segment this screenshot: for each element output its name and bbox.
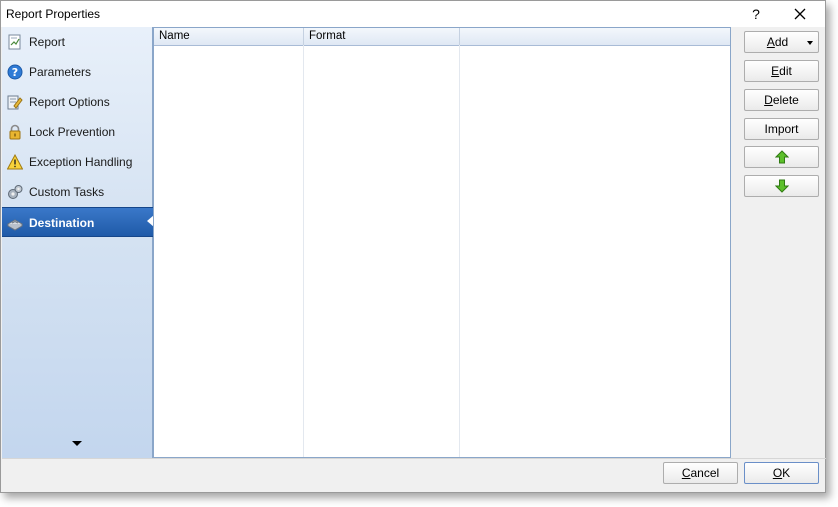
sidebar-item-label: Report [29, 35, 66, 49]
delete-button[interactable]: Delete [744, 89, 819, 111]
sidebar-item-label: Custom Tasks [29, 185, 105, 199]
scroll-down-icon[interactable] [72, 441, 82, 446]
window-title: Report Properties [6, 7, 101, 21]
arrow-down-icon [774, 179, 789, 193]
sidebar-item-label: Lock Prevention [29, 125, 116, 139]
cancel-label: ancel [690, 466, 720, 480]
add-button[interactable]: Add [744, 31, 819, 53]
sidebar-item-label: Destination [29, 216, 95, 230]
delete-label: elete [772, 93, 799, 107]
footer-separator [2, 458, 826, 459]
svg-text:?: ? [12, 66, 18, 79]
column-header-name[interactable]: Name [154, 28, 304, 45]
sidebar-item-custom-tasks[interactable]: Custom Tasks [2, 178, 153, 206]
move-up-button[interactable] [744, 146, 819, 168]
destination-list[interactable]: Name Format [153, 27, 731, 458]
column-header-blank [460, 28, 730, 45]
sidebar-item-parameters[interactable]: ? Parameters [2, 58, 153, 86]
lock-icon [7, 124, 23, 140]
delete-mnemonic: D [764, 93, 773, 107]
warning-icon [6, 153, 24, 170]
edit-mnemonic: E [771, 64, 780, 78]
sidebar-item-report[interactable]: Report [2, 28, 153, 56]
title-bar: Report Properties ? [1, 1, 825, 27]
gears-icon [7, 184, 23, 200]
add-label: dd [774, 35, 789, 49]
import-button[interactable]: Import [744, 118, 819, 140]
cancel-button[interactable]: Cancel [663, 462, 738, 484]
close-button[interactable] [787, 4, 813, 24]
ok-label: K [782, 466, 791, 480]
column-divider [303, 45, 304, 457]
edit-button[interactable]: Edit [744, 60, 819, 82]
sidebar-item-lock-prevention[interactable]: Lock Prevention [2, 118, 153, 146]
report-properties-dialog: Report Properties ? Report ? Parameters … [0, 0, 826, 493]
column-divider [459, 45, 460, 457]
sidebar-item-label: Report Options [29, 95, 110, 109]
arrow-up-icon [774, 150, 789, 164]
sidebar: Report ? Parameters Report Options Lock … [2, 27, 154, 458]
list-header: Name Format [154, 28, 730, 46]
ok-mnemonic: O [772, 466, 783, 480]
sidebar-item-label: Exception Handling [29, 155, 133, 169]
report-options-icon [7, 94, 23, 110]
chevron-down-icon [807, 41, 813, 45]
close-icon [794, 8, 806, 20]
column-header-format[interactable]: Format [304, 28, 460, 45]
sidebar-item-exception-handling[interactable]: Exception Handling [2, 148, 153, 176]
sidebar-item-report-options[interactable]: Report Options [2, 88, 153, 116]
sidebar-item-label: Parameters [29, 65, 92, 79]
edit-label: dit [779, 64, 792, 78]
report-icon [7, 34, 23, 50]
add-mnemonic: A [766, 35, 775, 49]
move-down-button[interactable] [744, 175, 819, 197]
destination-icon [6, 215, 24, 231]
ok-button[interactable]: OK [744, 462, 819, 484]
help-button[interactable]: ? [745, 4, 767, 24]
sidebar-item-destination[interactable]: Destination [2, 207, 154, 237]
import-label: Import [764, 122, 799, 136]
question-icon: ? [7, 64, 23, 80]
